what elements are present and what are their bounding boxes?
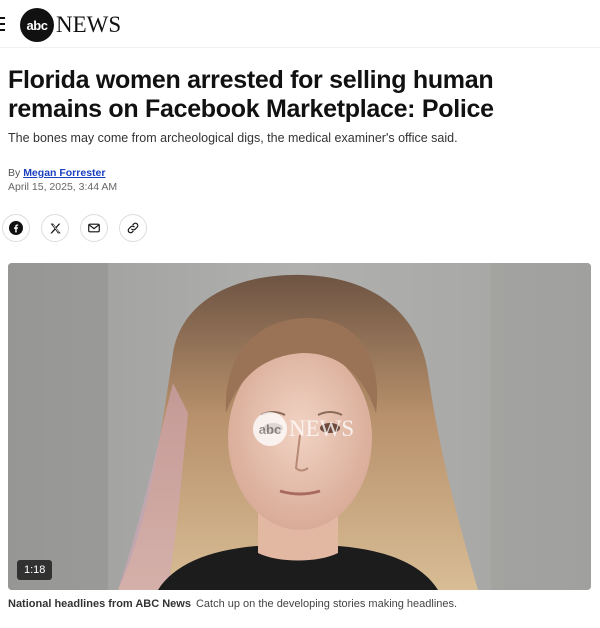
share-row [2,214,147,242]
share-facebook-button[interactable] [2,214,30,242]
article-headline: Florida women arrested for selling human… [8,66,494,123]
byline: By Megan Forrester [8,167,105,179]
author-link[interactable]: Megan Forrester [23,167,105,179]
menu-icon[interactable] [0,17,6,31]
facebook-icon [9,221,23,235]
logo-word: NEWS [56,12,122,37]
mail-icon [88,223,100,233]
abc-news-watermark: abc NEWS [253,412,354,446]
watermark-circle: abc [253,412,287,446]
logo-circle: abc [20,8,54,42]
abc-news-logo[interactable]: abc NEWS [20,8,121,42]
share-email-button[interactable] [80,214,108,242]
watermark-word: NEWS [289,416,355,441]
caption-label[interactable]: National headlines from ABC News [8,598,191,610]
timestamp: April 15, 2025, 3:44 AM [8,181,118,193]
byline-prefix: By [8,167,21,179]
caption-text: Catch up on the developing stories makin… [195,598,458,610]
link-icon [127,222,139,234]
share-x-button[interactable] [41,214,69,242]
video-caption: National headlines from ABC News Catch up… [8,598,457,610]
site-header: abc NEWS [0,0,600,48]
article-dek: The bones may come from archeological di… [8,131,458,145]
copy-link-button[interactable] [119,214,147,242]
video-duration-badge: 1:18 [17,560,53,580]
x-icon [49,223,61,233]
